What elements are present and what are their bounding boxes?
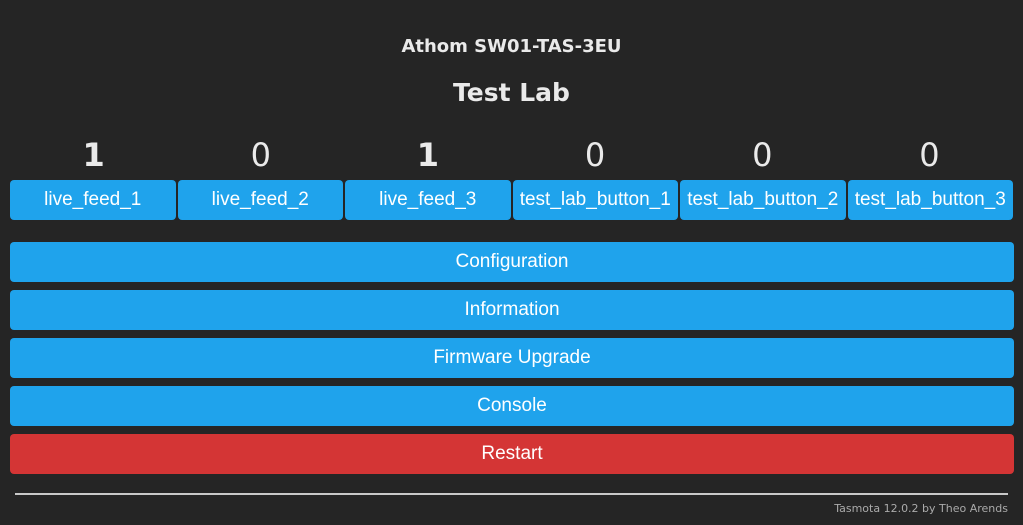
footer-version: Tasmota 12.0.2 by Theo Arends	[834, 502, 1008, 515]
page-title: Test Lab	[453, 78, 570, 107]
restart-button[interactable]: Restart	[10, 434, 1014, 474]
relay-state-2: 0	[250, 136, 271, 174]
toggle-button-test-lab-1[interactable]: test_lab_button_1	[512, 180, 678, 220]
firmware-upgrade-button[interactable]: Firmware Upgrade	[10, 338, 1014, 378]
relay-states: 1 0 1 0 0 0	[10, 136, 1013, 174]
toggle-button-live-feed-3[interactable]: live_feed_3	[345, 180, 511, 220]
relay-state-3: 1	[416, 136, 440, 174]
console-button[interactable]: Console	[10, 386, 1014, 426]
tasmota-main-page: Athom SW01-TAS-3EU Test Lab 1 0 1 0 0 0 …	[0, 0, 1023, 525]
toggle-button-live-feed-2[interactable]: live_feed_2	[177, 180, 343, 220]
relay-state-4: 0	[584, 136, 606, 174]
relay-toggle-row: live_feed_1 live_feed_2 live_feed_3 test…	[10, 180, 1013, 220]
device-name: Athom SW01-TAS-3EU	[401, 36, 622, 57]
relay-state-1: 1	[82, 136, 105, 174]
information-button[interactable]: Information	[10, 290, 1014, 330]
relay-state-5: 0	[752, 136, 773, 174]
toggle-button-live-feed-1[interactable]: live_feed_1	[10, 180, 176, 220]
configuration-button[interactable]: Configuration	[10, 242, 1014, 282]
toggle-button-test-lab-3[interactable]: test_lab_button_3	[847, 180, 1013, 220]
footer-divider	[15, 493, 1008, 495]
toggle-button-test-lab-2[interactable]: test_lab_button_2	[680, 180, 846, 220]
relay-state-6: 0	[919, 136, 940, 174]
main-menu: Configuration Information Firmware Upgra…	[10, 242, 1014, 482]
